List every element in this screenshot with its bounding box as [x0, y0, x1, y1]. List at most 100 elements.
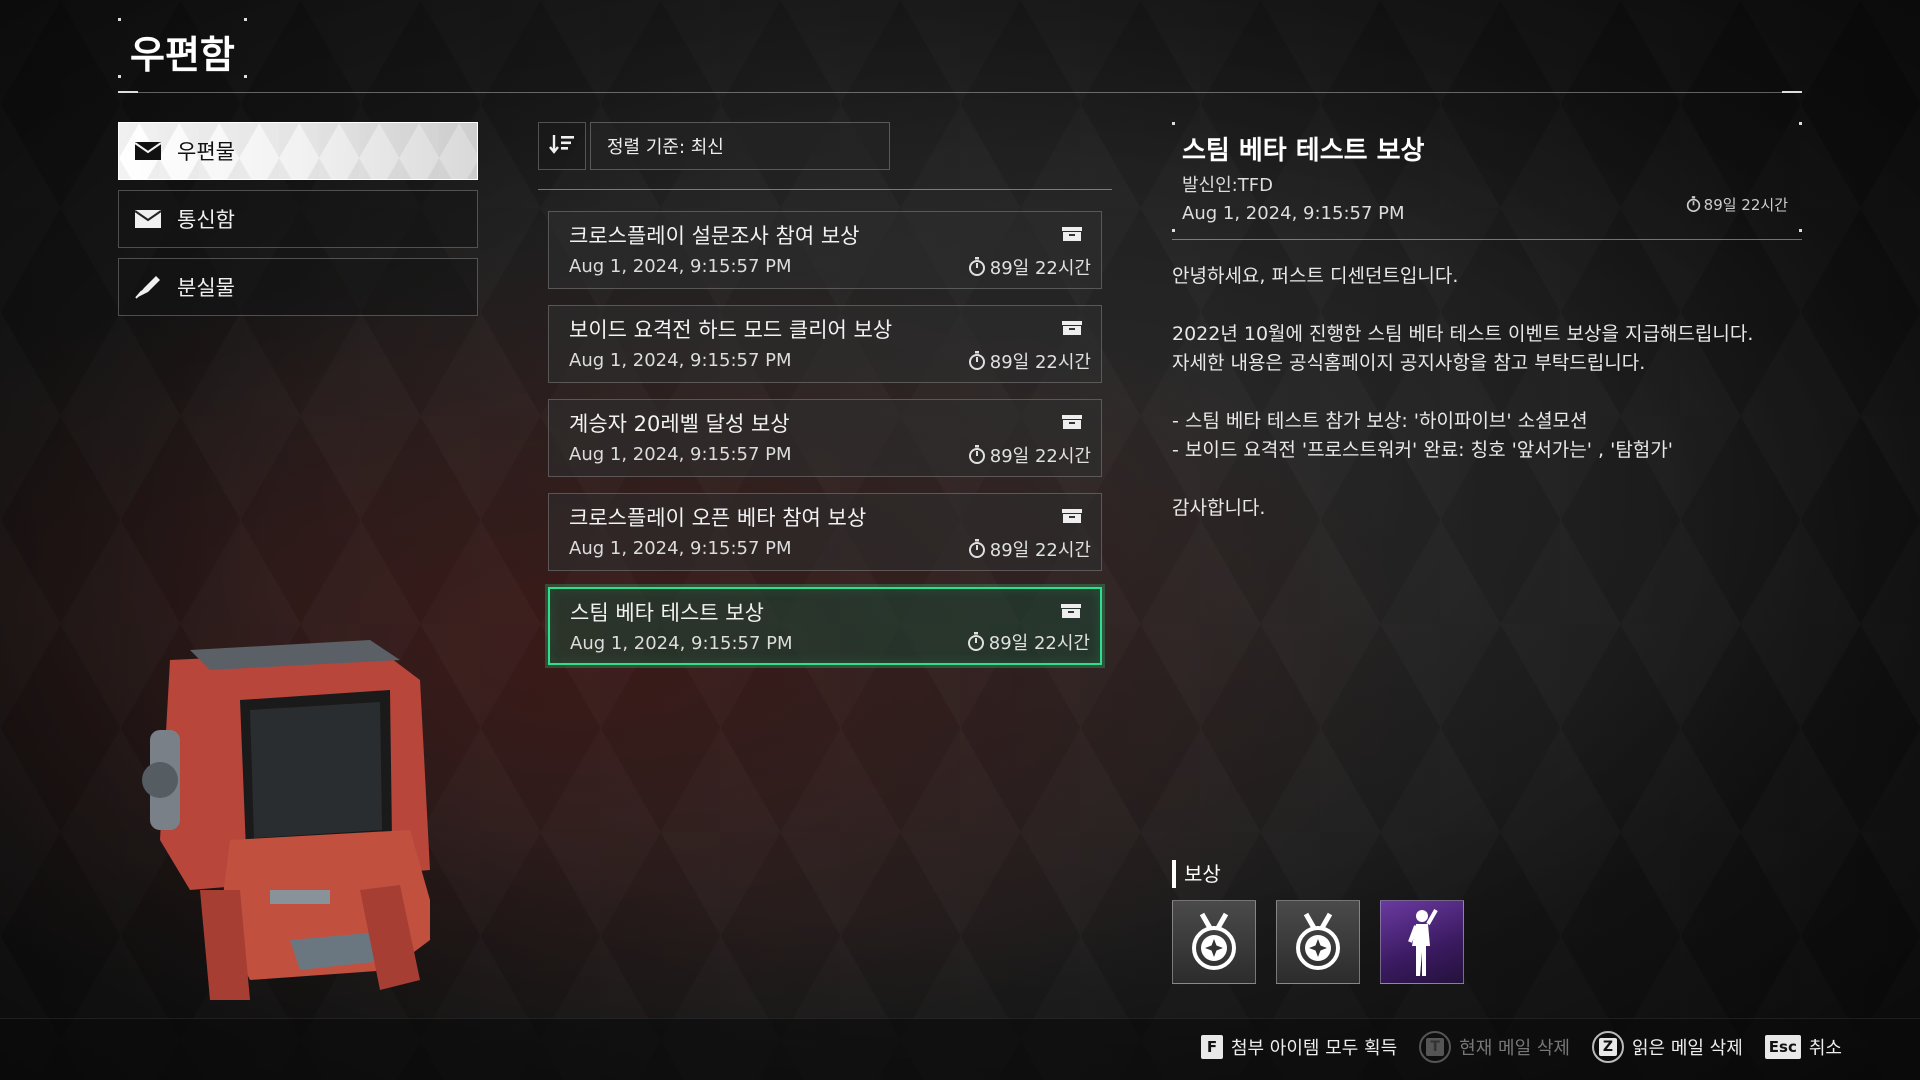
- hint-label: 읽은 메일 삭제: [1631, 1038, 1743, 1059]
- key-t: T: [1419, 1031, 1452, 1063]
- reward-item[interactable]: [1172, 900, 1256, 984]
- hint-label: 현재 메일 삭제: [1459, 1038, 1570, 1059]
- body-line: 자세한 내용은 공식홈페이지 공지사항을 참고 부탁드립니다.: [1172, 352, 1646, 374]
- timer-icon: [968, 539, 985, 558]
- nav-item-mail[interactable]: 우편물: [118, 122, 478, 180]
- timer-icon: [967, 632, 984, 651]
- mail-expire-timer: 89일 22시간: [968, 536, 1091, 562]
- cancel-hint[interactable]: Esc 취소: [1764, 1034, 1842, 1060]
- attachment-box-icon: [1061, 604, 1081, 618]
- key-esc: Esc: [1764, 1035, 1801, 1059]
- mail-expire-text: 89일 22시간: [988, 633, 1090, 654]
- title-medal-icon: [1296, 912, 1340, 970]
- delete-current-hint[interactable]: T 현재 메일 삭제: [1419, 1031, 1570, 1063]
- mail-item[interactable]: 보이드 요격전 하드 모드 클리어 보상 Aug 1, 2024, 9:15:5…: [548, 305, 1102, 383]
- key-z: Z: [1591, 1031, 1624, 1063]
- mail-item[interactable]: 크로스플레이 오픈 베타 참여 보상 Aug 1, 2024, 9:15:57 …: [548, 493, 1102, 571]
- mail-detail-expire: 89일 22시간: [1686, 194, 1788, 215]
- detail-divider: [1172, 239, 1802, 240]
- attachment-box-icon: [1062, 321, 1082, 335]
- pen-icon: [133, 275, 163, 299]
- body-line: 2022년 10월에 진행한 스팀 베타 테스트 이벤트 보상을 지급해드립니다…: [1172, 323, 1754, 345]
- corner-mark: [118, 18, 121, 21]
- mail-expire-timer: 89일 22시간: [968, 348, 1091, 374]
- mail-detail-title: 스팀 베타 테스트 보상: [1182, 136, 1425, 166]
- corner-mark: [243, 75, 247, 78]
- hint-label: 취소: [1808, 1038, 1842, 1059]
- title-medal-icon: [1192, 912, 1236, 970]
- mail-expire-timer: 89일 22시간: [968, 254, 1091, 280]
- corner-mark: [243, 18, 247, 21]
- divider-dash: [118, 91, 138, 93]
- mail-expire-text: 89일 22시간: [989, 352, 1091, 373]
- sort-order-button[interactable]: [538, 122, 586, 170]
- body-line: 안녕하세요, 퍼스트 디센던트입니다.: [1172, 265, 1459, 287]
- corner-mark: [1799, 122, 1802, 125]
- mail-item[interactable]: 크로스플레이 설문조사 참여 보상 Aug 1, 2024, 9:15:57 P…: [548, 211, 1102, 289]
- mail-expire-timer: 89일 22시간: [967, 629, 1090, 655]
- sort-descending-icon: [549, 133, 575, 159]
- corner-mark: [1172, 122, 1175, 125]
- header-divider: [118, 91, 1802, 93]
- rewards-list: [1172, 900, 1464, 984]
- mail-detail-expire-text: 89일 22시간: [1703, 196, 1788, 214]
- key-hints: F 첨부 아이템 모두 획득 T 현재 메일 삭제 Z 읽은 메일 삭제 Esc…: [1200, 1031, 1842, 1063]
- sort-dropdown[interactable]: 정렬 기준: 최신: [590, 122, 890, 170]
- corner-mark: [1799, 229, 1802, 232]
- footer-bar: F 첨부 아이템 모두 획득 T 현재 메일 삭제 Z 읽은 메일 삭제 Esc…: [0, 1018, 1920, 1080]
- body-line: [1172, 465, 1802, 494]
- mail-expire-timer: 89일 22시간: [968, 442, 1091, 468]
- body-line: - 보이드 요격전 '프로스트워커' 완료: 칭호 '앞서가는' , '탐험가': [1172, 439, 1673, 461]
- attachment-box-icon: [1062, 509, 1082, 523]
- timer-icon: [968, 257, 985, 276]
- corner-mark: [1172, 229, 1175, 232]
- mail-item[interactable]: 계승자 20레벨 달성 보상 Aug 1, 2024, 9:15:57 PM 8…: [548, 399, 1102, 477]
- hint-label: 첨부 아이템 모두 획득: [1230, 1038, 1398, 1059]
- mail-expire-text: 89일 22시간: [989, 258, 1091, 279]
- nav-item-label: 분실물: [177, 276, 235, 300]
- nav-item-label: 우편물: [177, 140, 235, 164]
- mail-title: 계승자 20레벨 달성 보상: [569, 412, 790, 436]
- mail-detail-body: 안녕하세요, 퍼스트 디센던트입니다. 2022년 10월에 진행한 스팀 베타…: [1172, 262, 1802, 523]
- list-divider: [538, 189, 1112, 190]
- mail-list: 크로스플레이 설문조사 참여 보상 Aug 1, 2024, 9:15:57 P…: [548, 211, 1102, 681]
- mailbox-crate-illustration: [142, 640, 430, 1000]
- mail-detail-header: 스팀 베타 테스트 보상 발신인:TFD Aug 1, 2024, 9:15:5…: [1172, 122, 1802, 240]
- mail-title: 보이드 요격전 하드 모드 클리어 보상: [569, 318, 893, 342]
- mail-title: 크로스플레이 설문조사 참여 보상: [569, 224, 860, 248]
- key-t-label: T: [1426, 1038, 1444, 1056]
- key-f: F: [1200, 1035, 1223, 1059]
- mail-detail-panel: 스팀 베타 테스트 보상 발신인:TFD Aug 1, 2024, 9:15:5…: [1172, 122, 1802, 523]
- attachment-box-icon: [1062, 415, 1082, 429]
- body-line: [1172, 378, 1802, 407]
- nav-item-lost-found[interactable]: 분실물: [118, 258, 478, 316]
- rewards-label: 보상: [1172, 860, 1221, 888]
- mail-item-selected[interactable]: 스팀 베타 테스트 보상 Aug 1, 2024, 9:15:57 PM 89일…: [548, 587, 1102, 665]
- delete-read-hint[interactable]: Z 읽은 메일 삭제: [1591, 1031, 1743, 1063]
- timer-icon: [968, 445, 985, 464]
- divider-dash: [1782, 91, 1802, 93]
- envelope-icon: [133, 207, 163, 231]
- attachment-box-icon: [1062, 227, 1082, 241]
- body-line: 감사합니다.: [1172, 497, 1266, 519]
- sort-dropdown-label: 정렬 기준: 최신: [607, 137, 724, 158]
- claim-all-hint[interactable]: F 첨부 아이템 모두 획득: [1200, 1034, 1398, 1060]
- mail-title: 크로스플레이 오픈 베타 참여 보상: [569, 506, 867, 530]
- mail-expire-text: 89일 22시간: [989, 446, 1091, 467]
- corner-mark: [118, 75, 121, 78]
- page-title-text: 우편함: [130, 33, 235, 77]
- key-z-label: Z: [1598, 1038, 1618, 1056]
- mail-title: 스팀 베타 테스트 보상: [570, 601, 764, 625]
- mailbox-nav: 우편물 통신함 분실물: [118, 122, 478, 326]
- envelope-icon: [133, 139, 163, 163]
- nav-item-label: 통신함: [177, 208, 235, 232]
- body-line: [1172, 291, 1802, 320]
- social-motion-figure-icon: [1408, 909, 1438, 976]
- nav-item-comms[interactable]: 통신함: [118, 190, 478, 248]
- page-title: 우편함: [118, 18, 247, 78]
- timer-icon: [968, 351, 985, 370]
- mail-expire-text: 89일 22시간: [989, 540, 1091, 561]
- reward-item[interactable]: [1380, 900, 1464, 984]
- reward-item[interactable]: [1276, 900, 1360, 984]
- timer-icon: [1686, 196, 1700, 212]
